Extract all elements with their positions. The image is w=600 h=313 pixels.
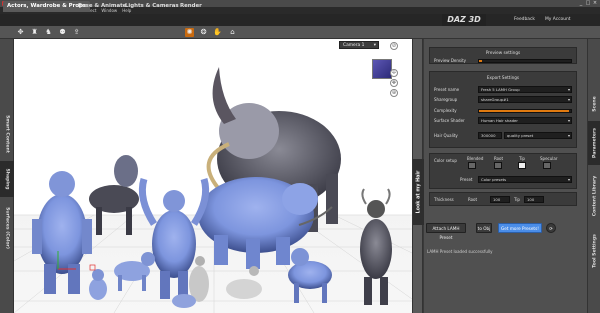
refresh-icon[interactable]: ⟳ [546,223,556,233]
tab-render[interactable]: Render [176,1,206,12]
view-cube[interactable] [372,59,392,79]
figure-icon[interactable]: ♜ [30,28,39,37]
minimize-button[interactable]: _ [578,1,584,6]
maximize-button[interactable]: □ [585,1,591,6]
thickness-tip-input[interactable]: 100 [524,196,544,203]
attach-lamh-preset-button[interactable]: Attach LAMH Preset [426,223,466,240]
sharegroup-label: Sharegroup [434,97,458,102]
tab-surfaces[interactable]: Surfaces (Color) [0,199,14,257]
left-dock: Smart Content Shaping Surfaces (Color) [0,39,14,313]
daz-logo: DAZ 3D [442,14,486,26]
camera-icon[interactable]: ⌂ [228,28,237,37]
tab-surfaces-label: Surfaces (Color) [4,207,10,249]
node-icon[interactable]: ⚉ [58,28,67,37]
sharegroup-field[interactable]: shareGroup#1 [478,96,572,103]
specular-color-swatch[interactable] [543,162,551,169]
pan-icon[interactable]: ✥ [390,79,398,87]
lamh-panel: Preview settings Preview Density Export … [424,39,587,313]
yeti-figure [32,171,92,294]
complexity-slider[interactable] [478,109,572,113]
tab-shaping[interactable]: Shaping [0,161,14,197]
transfer-icon[interactable]: ⇪ [72,28,81,37]
tab-smart-content-label: Smart Content [4,115,10,153]
thickness-root-label: Root [468,197,478,202]
surface-shader-select[interactable]: Human Hair shader [478,117,572,124]
activity-tab-bar [0,14,600,26]
thickness-tip-label: Tip [514,197,520,202]
panel-splitter[interactable]: Look at my Hair [412,39,424,313]
tip-color-swatch[interactable] [518,162,526,169]
3d-viewport[interactable]: Camera 1 ⊘ ✢ ✥ ⊕ [14,39,412,313]
tab-tool-settings-label: Tool Settings [592,234,597,268]
main-toolbar: ✥ ♜ ♞ ⚉ ⇪ ✺ ❂ ✋ ⌂ [0,26,600,39]
color-col-tip: Tip [519,156,525,161]
tab-scene-label: Scene [592,96,597,112]
export-settings-box: Export Settings Preset name Fresh 5 LAMH… [429,71,577,148]
viewport-options-icon[interactable]: ⊘ [390,42,398,50]
color-setup-box: Color setup Blended Root Tip Specular Pr… [429,153,577,189]
tab-content-library[interactable]: Content Library [588,167,600,225]
hair-tool-icon[interactable]: ✺ [185,28,194,37]
orbit-icon[interactable]: ✢ [390,69,398,77]
tab-smart-content[interactable]: Smart Content [0,109,14,159]
hand-icon[interactable]: ✋ [213,28,222,37]
universal-tool-icon[interactable]: ✥ [16,28,25,37]
get-more-presets-button[interactable]: Get more Presets! [498,223,542,233]
dog-figure [114,252,155,291]
lion-figure [288,248,332,303]
color-col-specular: Specular [540,156,558,161]
root-color-swatch[interactable] [494,162,502,169]
color-preset-select[interactable]: Color presets [478,176,572,183]
preview-settings-title: Preview settings [485,50,521,55]
tab-content-library-label: Content Library [592,175,597,217]
minotaur-figure [360,188,392,305]
to-obj-button[interactable]: to Obj [476,223,492,233]
tab-parameters[interactable]: Parameters [588,121,600,165]
complexity-fill [479,110,570,112]
render-icon[interactable]: ❂ [199,28,208,37]
fluffy-bear-figure [198,177,333,269]
tab-scene[interactable]: Scene [588,89,600,119]
tab-parameters-label: Parameters [592,128,597,158]
cat-figure [89,269,107,300]
thickness-box: Thickness Root 100 Tip 100 [429,192,577,206]
tab-lights-cameras[interactable]: Lights & Cameras [121,1,183,12]
color-col-root: Root [494,156,504,161]
tab-look-at-my-hair[interactable]: Look at my Hair [413,159,424,225]
walk-icon[interactable]: ♞ [44,28,53,37]
my-account-link[interactable]: My Account [545,14,571,26]
horse-figure [89,155,139,235]
complexity-label: Complexity [434,108,457,113]
quality-preset-select[interactable]: quality preset [504,132,572,139]
zoom-icon[interactable]: ⊕ [390,89,398,97]
preset-name-field[interactable]: Fresh 5 LAMH Group [478,86,572,93]
export-settings-title: Export Settings [486,75,520,80]
color-setup-label: Color setup [434,158,457,163]
tab-tool-settings[interactable]: Tool Settings [588,227,600,275]
right-dock: Scene Parameters Content Library Tool Se… [587,39,600,313]
thickness-root-input[interactable]: 100 [490,196,510,203]
preset-name-label: Preset name [434,87,460,92]
thickness-label: Thickness [434,197,454,202]
scene-render [14,67,412,313]
surface-shader-label: Surface Shader [434,118,465,123]
hair-quality-input[interactable]: 300000 [478,132,502,139]
close-button[interactable]: × [592,1,598,6]
hair-quality-label: Hair Quality [434,133,458,138]
camera-select[interactable]: Camera 1 [339,41,379,50]
tab-shaping-label: Shaping [4,168,10,190]
preview-density-slider[interactable] [478,59,572,63]
preview-density-label: Preview Density [434,58,467,63]
status-message: LAMH Preset loaded successfully [427,249,493,254]
color-preset-label: Preset [460,177,473,182]
feedback-link[interactable]: Feedback [514,14,535,26]
preview-density-fill [479,60,482,62]
color-col-blended: Blended [467,156,484,161]
daz-studio-window: DAZ Studio 4.6 Pro - fluffy_pets.duf _ □… [0,0,600,313]
preview-settings-box: Preview settings Preview Density [429,47,577,64]
blended-color-swatch[interactable] [468,162,476,169]
tab-look-at-my-hair-label: Look at my Hair [416,170,421,214]
